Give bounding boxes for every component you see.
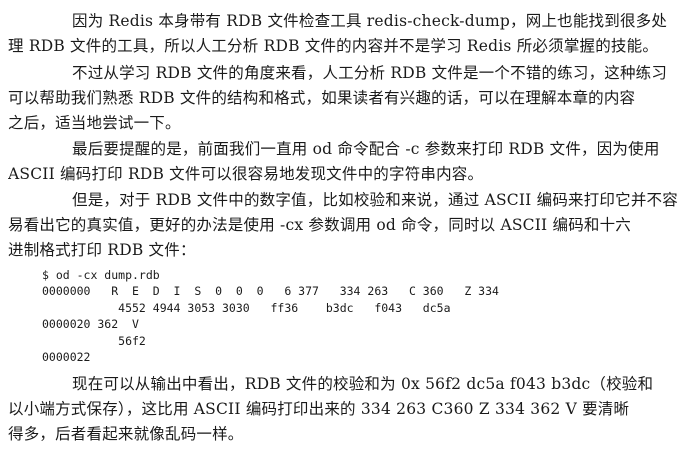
text-line: 不过从学习 RDB 文件的角度来看，人工分析 RDB 文件是一个不错的练习，这种… xyxy=(72,64,668,82)
document-page: 因为 Redis 本身带有 RDB 文件检查工具 redis-check-dum… xyxy=(0,0,694,460)
code-line: 0000022 xyxy=(42,350,91,365)
code-line: $ od -cx dump.rdb xyxy=(42,268,160,282)
code-line: 4552 4944 3053 3030 ff36 b3dc f043 dc5a xyxy=(42,300,451,315)
text-line: 现在可以从输出中看出，RDB 文件的校验和为 0x 56f2 dc5a f043… xyxy=(72,375,654,393)
text-line: 易看出它的真实值，更好的办法是使用 -cx 参数调用 od 命令，同时以 ASC… xyxy=(8,216,631,234)
code-line: 0000000 R E D I S 0 0 0 6 377 334 263 C … xyxy=(42,284,499,299)
paragraph-checksum-intro: 但是，对于 RDB 文件中的数字值，比如校验和来说，通过 ASCII 编码来打印… xyxy=(8,188,684,263)
code-line: 0000020 362 V xyxy=(42,317,139,332)
text-line: 得多，后者看起来就像乱码一样。 xyxy=(8,425,244,443)
paragraph-checksum-result: 现在可以从输出中看出，RDB 文件的校验和为 0x 56f2 dc5a f043… xyxy=(8,372,684,447)
text-line: 但是，对于 RDB 文件中的数字值，比如校验和来说，通过 ASCII 编码来打印… xyxy=(72,191,678,209)
paragraph-learning-rdb: 不过从学习 RDB 文件的角度来看，人工分析 RDB 文件是一个不错的练习，这种… xyxy=(8,61,684,136)
text-line: 进制格式打印 RDB 文件： xyxy=(8,241,196,259)
text-line: ASCII 编码打印 RDB 文件可以很容易地发现文件中的字符串内容。 xyxy=(8,165,484,183)
text-line: 理 RDB 文件的工具，所以人工分析 RDB 文件的内容并不是学习 Redis … xyxy=(8,37,659,55)
text-line: 因为 Redis 本身带有 RDB 文件检查工具 redis-check-dum… xyxy=(72,12,668,30)
text-line: 之后，适当地尝试一下。 xyxy=(8,114,181,132)
code-block-od-output: $ od -cx dump.rdb 0000000 R E D I S 0 0 0… xyxy=(42,267,499,365)
paragraph-redis-check-dump: 因为 Redis 本身带有 RDB 文件检查工具 redis-check-dum… xyxy=(8,9,684,59)
text-line: 最后要提醒的是，前面我们一直用 od 命令配合 -c 参数来打印 RDB 文件，… xyxy=(72,140,660,158)
text-line: 可以帮助我们熟悉 RDB 文件的结构和格式，如果读者有兴趣的话，可以在理解本章的… xyxy=(8,89,636,107)
text-line: 以小端方式保存），这比用 ASCII 编码打印出来的 334 263 C360 … xyxy=(8,400,630,418)
code-line: 56f2 xyxy=(42,333,146,348)
paragraph-od-command: 最后要提醒的是，前面我们一直用 od 命令配合 -c 参数来打印 RDB 文件，… xyxy=(8,137,684,187)
